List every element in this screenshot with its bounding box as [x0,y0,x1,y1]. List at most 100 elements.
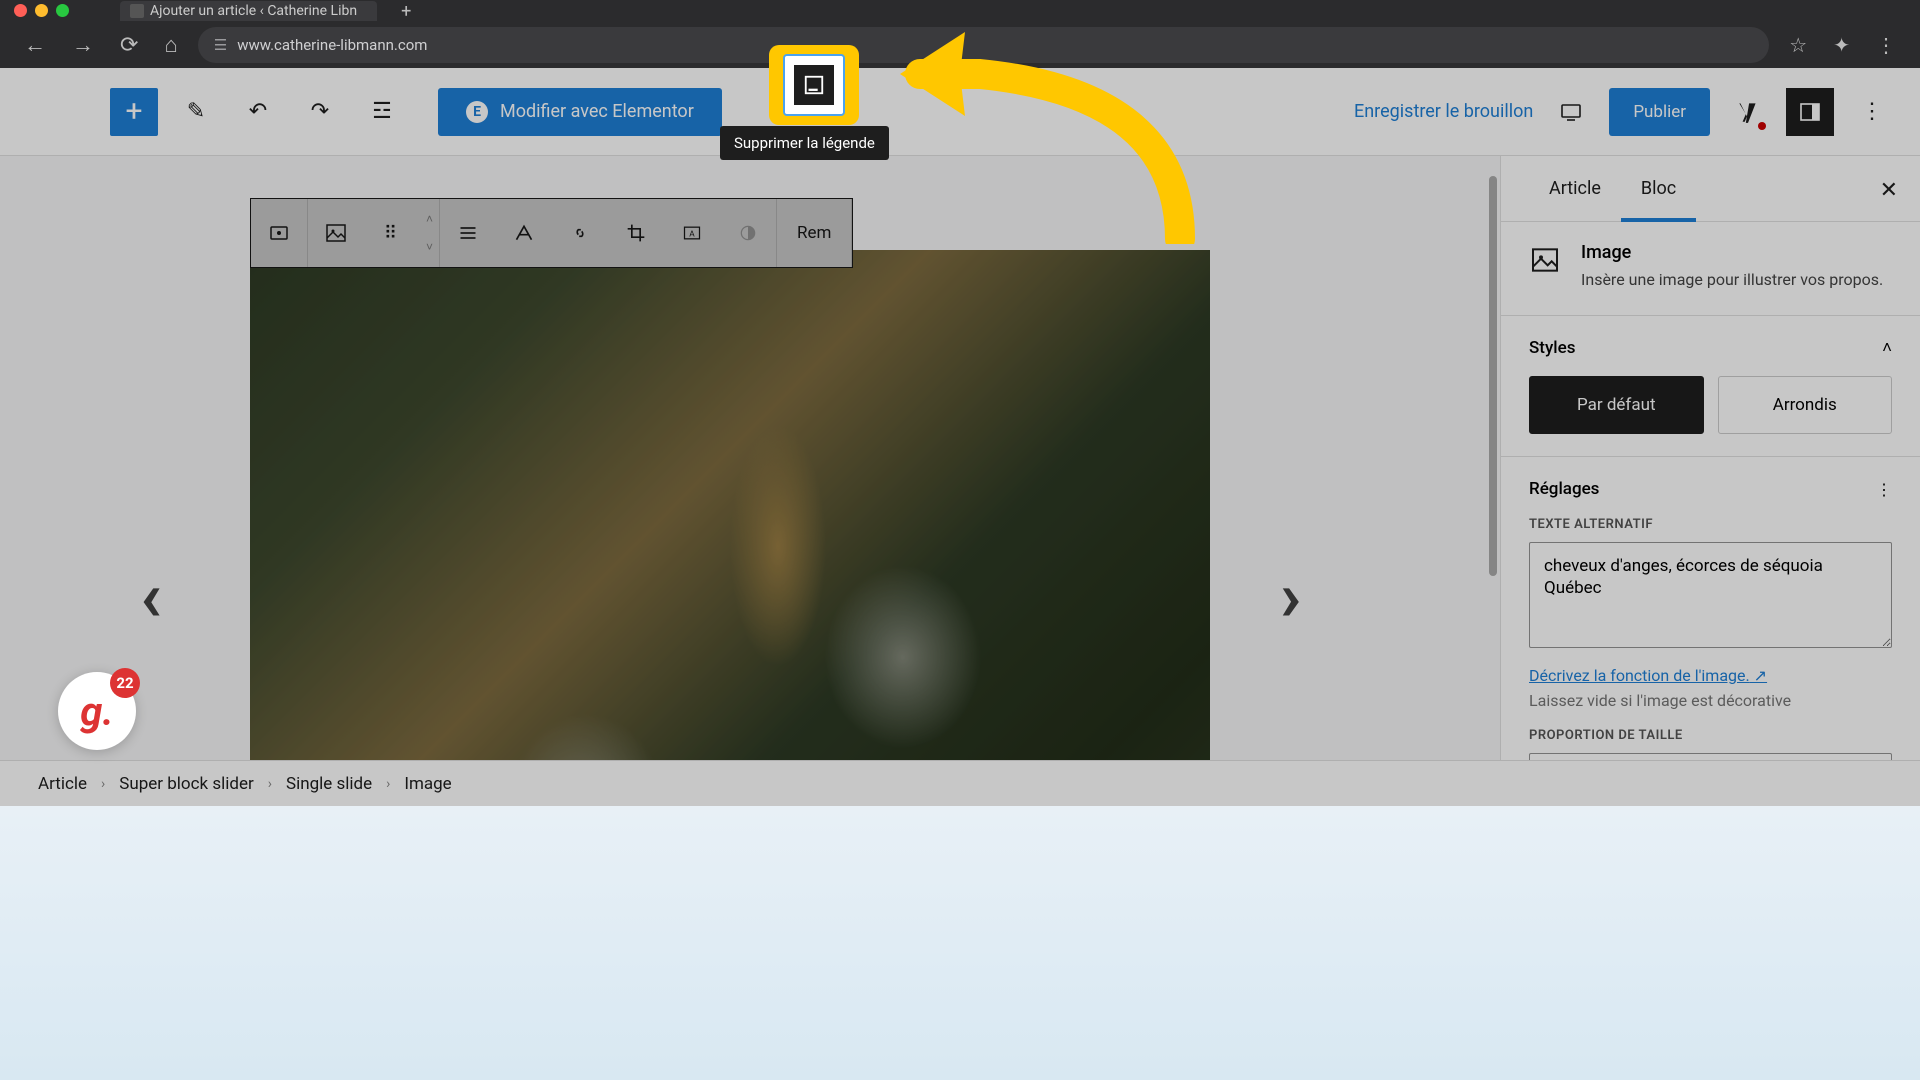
site-info-icon[interactable]: ☰ [214,36,227,54]
forward-icon[interactable]: → [66,28,100,62]
style-default[interactable]: Par défaut [1529,376,1704,434]
crop-icon [626,223,646,243]
caption-icon [803,74,825,96]
duotone-button[interactable] [720,205,776,261]
duotone-icon [738,223,758,243]
link-button[interactable] [552,205,608,261]
elementor-icon: E [466,101,488,123]
add-block-button[interactable]: + [110,88,158,136]
slider-parent-icon [267,221,291,245]
alt-text-help-link[interactable]: Décrivez la fonction de l'image. ↗ [1529,666,1767,685]
styles-panel: Styles ˄ Par défaut Arrondis [1501,315,1920,456]
drag-handle[interactable]: ⠿ [364,205,420,261]
block-description: Insère une image pour illustrer vos prop… [1581,269,1883,291]
block-toolbar: ⠿ ˄ ˅ A [250,198,853,268]
alt-icon [514,223,534,243]
panel-menu-icon[interactable]: ⋮ [1876,480,1892,499]
caption-tooltip: Supprimer la légende [720,126,889,160]
document-overview-button[interactable]: ☲ [358,88,406,136]
block-breadcrumb: Article › Super block slider › Single sl… [0,760,1920,806]
parent-block-button[interactable] [251,205,307,261]
publish-button[interactable]: Publier [1609,88,1710,136]
slider-next-button[interactable]: › [1280,556,1301,638]
chevron-up-icon: ˄ [1882,338,1892,358]
caption-button[interactable] [794,65,834,105]
slider-prev-button[interactable]: ‹ [140,556,162,638]
redo-button[interactable]: ↷ [296,88,344,136]
options-button[interactable]: ⋮ [1848,88,1896,136]
styles-panel-title[interactable]: Styles ˄ [1529,338,1892,358]
style-rounded[interactable]: Arrondis [1718,376,1893,434]
reload-icon[interactable]: ⟳ [114,29,144,62]
chevron-right-icon: › [386,776,390,792]
undo-button[interactable]: ↶ [234,88,282,136]
svg-text:A: A [689,229,695,239]
maximize-window-icon[interactable] [56,4,69,17]
settings-panel-title: Réglages [1529,479,1599,499]
alt-text-input[interactable] [1529,542,1892,648]
breadcrumb-item[interactable]: Super block slider [119,774,254,794]
chevron-right-icon: › [101,776,105,792]
breadcrumb-item[interactable]: Article [38,774,87,794]
close-sidebar-button[interactable]: ✕ [1880,178,1898,203]
chevron-right-icon: › [268,776,272,792]
crop-button[interactable] [608,205,664,261]
text-overlay-button[interactable]: A [664,205,720,261]
annotation-highlight-box [769,45,859,125]
editor-header: + ✎ ↶ ↷ ☲ E Modifier avec Elementor Enre… [0,68,1920,156]
breadcrumb-item[interactable]: Single slide [286,774,372,794]
replace-button[interactable]: Rem [777,223,851,243]
tab-block[interactable]: Bloc [1621,156,1696,221]
text-overlay-icon: A [682,223,702,243]
move-updown[interactable]: ˄ ˅ [420,205,439,261]
macos-traffic-lights[interactable] [14,4,69,17]
bookmark-icon[interactable]: ☆ [1783,33,1813,57]
browser-nav-bar: ← → ⟳ ⌂ ☰ www.catherine-libmann.com ☆ ✦ … [0,22,1920,68]
notification-widget[interactable]: g. 22 [58,672,136,750]
browser-tab[interactable]: Ajouter un article ‹ Catherine Libn [120,1,377,21]
block-summary: Image Insère une image pour illustrer vo… [1501,222,1920,315]
back-icon[interactable]: ← [18,28,52,62]
notification-g-icon: g. [80,688,113,735]
move-down-icon[interactable]: ˅ [420,233,439,261]
url-text: www.catherine-libmann.com [237,36,427,54]
browser-tab-strip: Ajouter un article ‹ Catherine Libn + [0,0,1920,22]
tools-button[interactable]: ✎ [172,88,220,136]
sidebar-tabs: Article Bloc ✕ [1501,156,1920,222]
tab-title: Ajouter un article ‹ Catherine Libn [150,3,357,19]
tab-favicon [130,4,144,18]
tab-article[interactable]: Article [1529,156,1621,221]
align-icon [458,223,478,243]
notification-count-badge: 22 [110,668,140,698]
align-button[interactable] [440,205,496,261]
scrollbar-thumb[interactable] [1489,176,1497,576]
browser-chrome: Ajouter un article ‹ Catherine Libn + ← … [0,0,1920,68]
breadcrumb-item[interactable]: Image [404,774,451,794]
block-name: Image [1581,242,1883,263]
browser-menu-icon[interactable]: ⋮ [1870,33,1902,57]
new-tab-button[interactable]: + [395,0,417,26]
url-bar[interactable]: ☰ www.catherine-libmann.com [198,27,1770,63]
elementor-button-label: Modifier avec Elementor [500,101,694,122]
edit-with-elementor-button[interactable]: E Modifier avec Elementor [438,88,722,136]
close-window-icon[interactable] [14,4,27,17]
home-icon[interactable]: ⌂ [158,28,183,62]
link-icon [570,223,590,243]
outside-capture [0,806,1920,1080]
yoast-icon [1735,99,1761,125]
alt-text-help: Laissez vide si l'image est décorative [1529,691,1892,710]
move-up-icon[interactable]: ˄ [420,205,439,233]
image-icon [324,221,348,245]
desktop-icon [1559,100,1583,124]
preview-button[interactable] [1547,88,1595,136]
alt-text-button[interactable] [496,205,552,261]
alt-text-label: TEXTE ALTERNATIF [1529,517,1892,532]
extensions-icon[interactable]: ✦ [1827,33,1856,57]
minimize-window-icon[interactable] [35,4,48,17]
settings-sidebar-button[interactable] [1786,88,1834,136]
block-type-button[interactable] [308,205,364,261]
image-icon [1529,244,1561,276]
save-draft-link[interactable]: Enregistrer le brouillon [1354,101,1533,122]
sidebar-icon [1798,100,1822,124]
yoast-button[interactable] [1724,88,1772,136]
